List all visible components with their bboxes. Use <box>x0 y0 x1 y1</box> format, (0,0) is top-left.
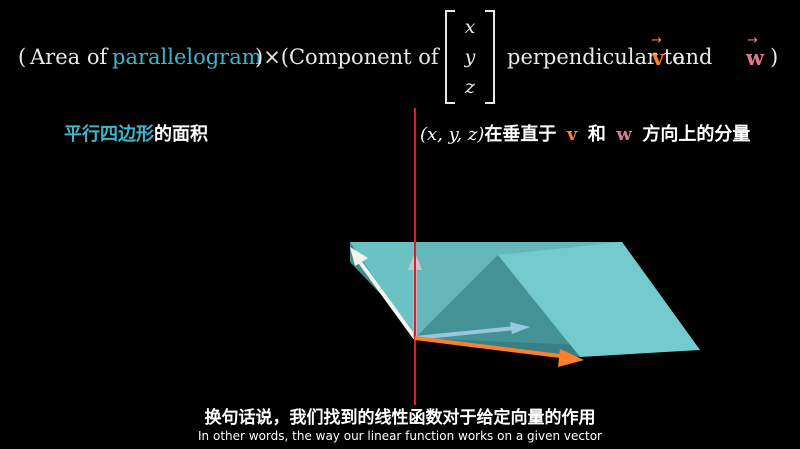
subtitle-chinese: 换句话说，我们找到的线性函数对于给定向量的作用 <box>204 408 596 428</box>
parallelepiped-scene <box>350 108 700 405</box>
subtitle-english: In other words, the way our linear funct… <box>198 429 602 443</box>
